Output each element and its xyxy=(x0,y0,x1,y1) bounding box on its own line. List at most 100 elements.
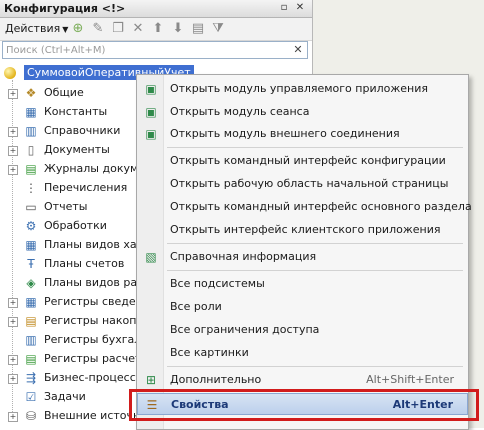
edit-icon[interactable]: ✎ xyxy=(90,21,106,37)
menu-separator xyxy=(167,243,463,244)
tree-item-label: Регистры бухгалт xyxy=(44,333,148,346)
move-up-icon[interactable]: ⬆ xyxy=(150,21,166,37)
panel-toolbar: Действия ▼ ⊕ ✎ ❐ ✕ ⬆ ⬇ ▤ ⧩ xyxy=(0,18,312,41)
enum-icon: ⋮ xyxy=(25,181,37,195)
menu-item-reference-info[interactable]: ▧ Справочная информация xyxy=(137,246,468,268)
menu-item-open-session-module[interactable]: ▣ Открыть модуль сеанса xyxy=(137,101,468,123)
tree-item-label: Общие xyxy=(44,86,84,99)
expand-icon[interactable]: + xyxy=(8,146,18,156)
menu-item-all-subsystems[interactable]: Все подсистемы xyxy=(137,273,468,295)
module-icon: ▣ xyxy=(145,82,157,96)
menu-item-open-config-command-interface[interactable]: Открыть командный интерфейс конфигурации xyxy=(137,150,468,172)
menu-item-open-client-app-interface[interactable]: Открыть интерфейс клиентского приложения xyxy=(137,219,468,241)
menu-item-label: Открыть рабочую область начальной страни… xyxy=(170,177,449,190)
tree-item-label: Бизнес-процессы xyxy=(44,371,145,384)
catalog-icon: ▥ xyxy=(25,124,37,138)
menu-item-label: Открыть модуль внешнего соединения xyxy=(170,127,400,140)
menu-item-open-home-page-workspace[interactable]: Открыть рабочую область начальной страни… xyxy=(137,173,468,195)
expand-icon[interactable]: + xyxy=(8,298,18,308)
menu-item-open-managed-app-module[interactable]: ▣ Открыть модуль управляемого приложения xyxy=(137,78,468,100)
add-icon[interactable]: ⊕ xyxy=(70,21,86,37)
menu-item-label: Все подсистемы xyxy=(170,277,265,290)
menu-item-open-external-connection-module[interactable]: ▣ Открыть модуль внешнего соединения xyxy=(137,123,468,145)
tree-item-label: Задачи xyxy=(44,390,86,403)
chevron-down-icon: ▼ xyxy=(62,25,69,34)
tree-item-label: Отчеты xyxy=(44,200,88,213)
menu-item-shortcut: Alt+Shift+Enter xyxy=(366,373,454,386)
module-icon: ▣ xyxy=(145,127,157,141)
menu-item-label: Открыть модуль сеанса xyxy=(170,105,310,118)
tree-item-label: Константы xyxy=(44,105,108,118)
tree-item-label: Планы счетов xyxy=(44,257,125,270)
expand-icon[interactable]: + xyxy=(8,165,18,175)
menu-item-all-access-restrictions[interactable]: Все ограничения доступа xyxy=(137,319,468,341)
menu-separator xyxy=(167,366,463,367)
menu-item-label: Все картинки xyxy=(170,346,249,359)
panel-titlebar: Конфигурация <!> ▫ ✕ xyxy=(0,0,312,18)
actions-menu-button[interactable]: Действия ▼ xyxy=(5,22,68,35)
sort-icon[interactable]: ▤ xyxy=(190,21,206,37)
menu-item-label: Открыть интерфейс клиентского приложения xyxy=(170,223,441,236)
task-icon: ☑ xyxy=(25,390,37,404)
expand-icon[interactable]: + xyxy=(8,89,18,99)
chart-accounts-icon: Ŧ xyxy=(27,257,35,271)
menu-item-all-roles[interactable]: Все роли xyxy=(137,296,468,318)
calc-types-icon: ◈ xyxy=(26,276,36,290)
copy-icon[interactable]: ❐ xyxy=(110,21,126,37)
clear-search-icon[interactable]: ✕ xyxy=(291,43,305,57)
journal-icon: ▤ xyxy=(25,162,37,176)
report-icon: ▭ xyxy=(25,200,37,214)
tree-item-label: Регистры накопле xyxy=(44,314,151,327)
chart-types-icon: ▦ xyxy=(25,238,37,252)
account-register-icon: ▥ xyxy=(25,333,37,347)
close-icon[interactable]: ✕ xyxy=(294,2,306,14)
menu-item-label: Все ограничения доступа xyxy=(170,323,320,336)
help-icon: ▧ xyxy=(145,250,157,264)
calc-register-icon: ▤ xyxy=(25,352,37,366)
delete-icon[interactable]: ✕ xyxy=(130,21,146,37)
accum-register-icon: ▤ xyxy=(25,314,37,328)
menu-item-additional[interactable]: ⊞ Дополнительно Alt+Shift+Enter xyxy=(137,369,468,391)
document-icon: ▯ xyxy=(27,143,35,157)
tree-item-label: Справочники xyxy=(44,124,121,137)
external-source-icon: ⛁ xyxy=(25,409,37,423)
tree-item-label: Перечисления xyxy=(44,181,128,194)
tree-item-label: Документы xyxy=(44,143,110,156)
filter-icon[interactable]: ⧩ xyxy=(210,21,226,37)
tree-item-label: Обработки xyxy=(44,219,107,232)
context-menu: ▣ Открыть модуль управляемого приложения … xyxy=(136,74,472,430)
menu-item-label: Дополнительно xyxy=(170,373,262,386)
tree-item-label: Регистры расчета xyxy=(44,352,149,365)
menu-item-label: Открыть модуль управляемого приложения xyxy=(170,82,428,95)
constants-icon: ▦ xyxy=(25,105,37,119)
extra-icon: ⊞ xyxy=(145,373,157,387)
expand-icon[interactable]: + xyxy=(8,127,18,137)
menu-item-open-main-section-command-interface[interactable]: Открыть командный интерфейс основного ра… xyxy=(137,196,472,218)
highlight-frame xyxy=(129,389,479,421)
menu-item-label: Все роли xyxy=(170,300,222,313)
tree-item-label: Регистры сведени xyxy=(44,295,150,308)
pin-icon[interactable]: ▫ xyxy=(278,2,290,14)
tree-item-label: Планы видов хара xyxy=(44,238,151,251)
move-down-icon[interactable]: ⬇ xyxy=(170,21,186,37)
menu-item-label: Открыть командный интерфейс конфигурации xyxy=(170,154,446,167)
menu-separator xyxy=(167,270,463,271)
actions-label: Действия xyxy=(5,22,61,35)
processing-icon: ⚙ xyxy=(25,219,37,233)
folder-icon: ❖ xyxy=(25,86,37,100)
search-input[interactable] xyxy=(6,43,286,57)
menu-item-label: Открыть командный интерфейс основного ра… xyxy=(170,200,472,213)
business-process-icon: ⇶ xyxy=(25,371,37,385)
info-register-icon: ▦ xyxy=(25,295,37,309)
expand-icon[interactable]: + xyxy=(8,355,18,365)
panel-title: Конфигурация <!> xyxy=(4,2,126,15)
menu-item-label: Справочная информация xyxy=(170,250,317,263)
configuration-icon xyxy=(4,67,16,79)
menu-separator xyxy=(167,147,463,148)
expand-icon[interactable]: + xyxy=(8,374,18,384)
menu-item-all-pictures[interactable]: Все картинки xyxy=(137,342,468,364)
search-box: ✕ xyxy=(2,41,308,59)
expand-icon[interactable]: + xyxy=(8,317,18,327)
expand-icon[interactable]: + xyxy=(8,412,18,422)
module-icon: ▣ xyxy=(145,105,157,119)
